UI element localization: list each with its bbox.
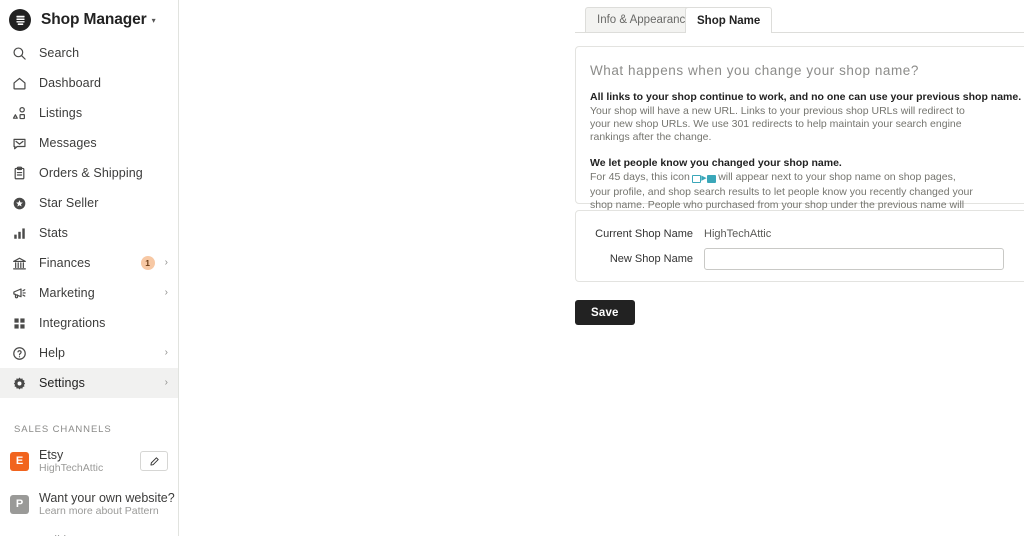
shop-name-changed-icon: ▶ <box>691 173 717 186</box>
bank-icon <box>10 254 29 273</box>
info-panel: What happens when you change your shop n… <box>575 46 1024 237</box>
sidebar-item-label: Help <box>39 346 66 360</box>
sales-channels-list: E Etsy HighTechAttic P Want your own website… <box>0 444 178 536</box>
channel-text: Want your own website? Learn more about P… <box>39 490 175 518</box>
sidebar-item-marketing[interactable]: Marketing › <box>0 278 178 308</box>
sidebar-item-settings[interactable]: Settings › <box>0 368 178 398</box>
megaphone-icon <box>10 284 29 303</box>
sidebar-item-integrations[interactable]: Integrations <box>0 308 178 338</box>
sidebar-item-label: Star Seller <box>39 196 99 210</box>
sidebar-item-listings[interactable]: Listings <box>0 98 178 128</box>
sidebar-item-search[interactable]: Search <box>0 38 178 68</box>
status-badge: 1 <box>140 256 155 270</box>
sidebar-item-star-seller[interactable]: Star Seller <box>0 188 178 218</box>
new-shop-name-label: New Shop Name <box>609 253 693 265</box>
sidebar-item-help[interactable]: Help › <box>0 338 178 368</box>
channel-logo-icon: P <box>10 494 29 514</box>
tab-shop-name[interactable]: Shop Name <box>685 7 773 33</box>
bar-chart-icon <box>10 224 29 243</box>
clipboard-icon <box>10 164 29 183</box>
new-shop-name-input[interactable] <box>704 248 1004 270</box>
sidebar-item-label: Dashboard <box>39 76 102 90</box>
sidebar-item-label: Settings <box>39 376 85 390</box>
channel-title: Want your own website? <box>39 490 175 505</box>
question-icon <box>10 344 29 363</box>
chevron-right-icon: › <box>164 347 168 358</box>
info-paragraph-links: All links to your shop continue to work,… <box>590 90 1024 145</box>
tab-info-appearance-label: Info & Appearance <box>597 14 692 26</box>
chevron-right-icon: › <box>164 377 168 388</box>
info-panel-title: What happens when you change your shop n… <box>590 63 919 78</box>
shapes-icon <box>10 104 29 123</box>
info-paragraph-links-body: Your shop will have a new URL. Links to … <box>590 105 965 144</box>
channel-subtitle: HighTechAttic <box>39 461 104 474</box>
sidebar-item-finances[interactable]: Finances 1 › <box>0 248 178 278</box>
sidebar-item-label: Orders & Shipping <box>39 166 143 180</box>
sidebar-item-label: Finances <box>39 256 91 270</box>
home-icon <box>10 74 29 93</box>
current-shop-name-row: Current Shop Name HighTechAttic <box>590 228 1024 240</box>
app-root: Shop Manager ▾ Search Dashboard Listings Me… <box>0 0 1024 536</box>
sidebar-item-label: Marketing <box>39 286 95 300</box>
current-shop-name-label: Current Shop Name <box>595 228 693 240</box>
channel-title: Etsy <box>39 447 64 462</box>
sidebar: Shop Manager ▾ Search Dashboard Listings Me… <box>0 0 179 536</box>
sidebar-item-dashboard[interactable]: Dashboard <box>0 68 178 98</box>
sidebar-item-orders-shipping[interactable]: Orders & Shipping <box>0 158 178 188</box>
sidebar-item-messages[interactable]: Messages <box>0 128 178 158</box>
sales-channel-item[interactable]: E Etsy HighTechAttic <box>0 444 178 478</box>
main-content: Info & Appearance Shop Name What happens… <box>179 0 1024 536</box>
sidebar-item-label: Stats <box>39 226 68 240</box>
new-shop-name-row: New Shop Name <box>590 248 1024 270</box>
star-badge-icon <box>10 194 29 213</box>
sidebar-item-label: Messages <box>39 136 97 150</box>
search-icon <box>10 44 29 63</box>
grid-icon <box>10 314 29 333</box>
save-button[interactable]: Save <box>575 300 635 325</box>
sidebar-nav: Search Dashboard Listings Messages Orders & … <box>0 38 178 398</box>
sidebar-item-label: Search <box>39 46 80 60</box>
envelope-icon <box>10 134 29 153</box>
channel-subtitle: Learn more about Pattern <box>39 504 159 517</box>
sales-channels-heading: SALES CHANNELS <box>14 424 112 435</box>
current-shop-name-value: HighTechAttic <box>704 228 772 240</box>
sidebar-item-stats[interactable]: Stats <box>0 218 178 248</box>
info-paragraph-links-heading: All links to your shop continue to work,… <box>590 91 1022 103</box>
chevron-right-icon: › <box>164 257 168 268</box>
shop-manager-brand[interactable]: Shop Manager ▾ <box>0 2 178 38</box>
etsy-shop-logo-icon <box>9 9 31 31</box>
sidebar-item-label: Integrations <box>39 316 106 330</box>
channel-text: Etsy HighTechAttic <box>39 448 103 475</box>
sidebar-item-label: Listings <box>39 106 83 120</box>
tab-shop-name-label: Shop Name <box>697 14 761 27</box>
chevron-right-icon: › <box>164 287 168 298</box>
tab-bar: Info & Appearance Shop Name <box>575 0 1024 33</box>
brand-title: Shop Manager <box>41 11 147 28</box>
sales-channel-item[interactable]: Sell in personFind out how with Square <box>0 530 178 536</box>
info-paragraph-notice-heading: We let people know you changed your shop… <box>590 156 842 169</box>
gear-icon <box>10 374 29 393</box>
info-notice-text-before: For 45 days, this icon <box>590 170 690 183</box>
pencil-icon[interactable] <box>140 451 168 471</box>
chevron-down-icon[interactable]: ▾ <box>152 17 156 25</box>
channel-logo-icon: E <box>10 451 29 471</box>
shop-name-form-panel: Current Shop Name HighTechAttic New Shop… <box>575 210 1024 282</box>
sales-channel-item[interactable]: P Want your own website? Learn more about … <box>0 487 178 521</box>
